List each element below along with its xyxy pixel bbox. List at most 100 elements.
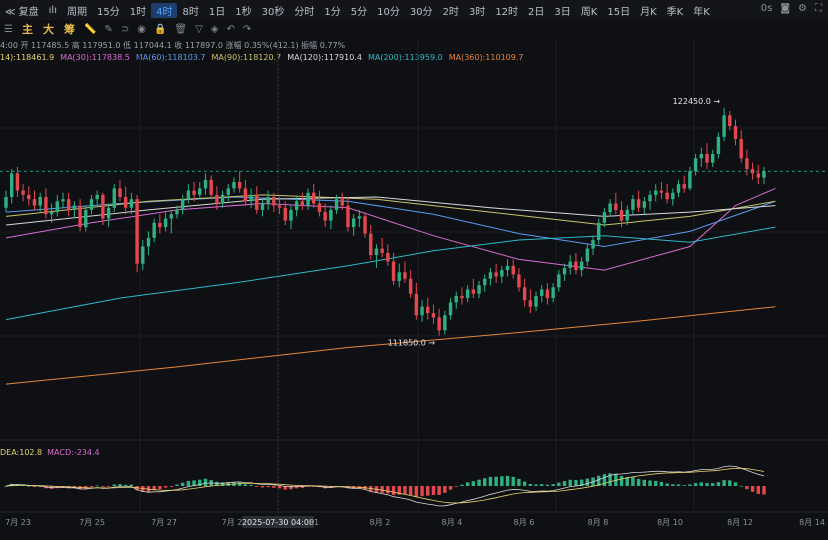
ohlc-readout: 4:00 开 117485.5 高 117951.0 低 117044.1 收 … — [0, 41, 346, 50]
macd-bar — [465, 482, 470, 486]
macd-bar — [146, 486, 151, 492]
settings-icon[interactable]: ⚙ — [798, 3, 807, 14]
undo-icon[interactable]: ↶ — [223, 24, 239, 35]
period-item[interactable]: 季K — [662, 3, 689, 18]
macd-bar — [762, 486, 766, 495]
macd-bar — [374, 486, 379, 493]
ma-legend: 14):118461.9 MA(30):117838.5 MA(60):118103… — [0, 53, 529, 62]
eye-icon[interactable]: ◉ — [133, 24, 150, 35]
list-icon[interactable]: ☰ — [0, 24, 17, 35]
tag-chip[interactable]: 筹 — [59, 21, 80, 37]
macd-bar — [688, 484, 692, 486]
tag-big[interactable]: 大 — [38, 21, 59, 37]
macd-bar — [414, 486, 419, 497]
tag-main[interactable]: 主 — [17, 21, 38, 37]
candlestick-chart[interactable]: 122450.0 →111850.0 →7月 23 7月 25 7月 27 7月 22… — [0, 0, 828, 540]
candle-body — [557, 274, 561, 288]
macd-bar — [733, 482, 738, 486]
camera-icon[interactable]: ◙ — [780, 3, 790, 14]
period-item[interactable]: 10分 — [372, 3, 405, 18]
layers-icon[interactable]: ◈ — [207, 24, 223, 35]
macd-bar — [397, 486, 401, 495]
candle-body — [32, 199, 37, 206]
candle-body — [568, 261, 572, 268]
lock-icon[interactable]: 🔒 — [150, 24, 170, 35]
candle-body — [232, 181, 236, 189]
ma-label: 14):118461.9 — [0, 53, 55, 62]
period-item[interactable]: ≪ 复盘 — [0, 3, 44, 18]
ma-line — [5, 226, 776, 321]
candle-body — [44, 197, 48, 215]
macd-bar — [431, 486, 436, 495]
period-item[interactable]: 3日 — [549, 3, 575, 18]
candle-body — [340, 199, 344, 206]
period-item[interactable]: 年K — [688, 3, 715, 18]
period-item[interactable]: 1时 — [125, 3, 151, 18]
ruler-icon[interactable]: 📏 — [80, 24, 100, 35]
candle-body — [540, 289, 544, 296]
candle-body — [420, 306, 424, 316]
macd-bar — [27, 485, 31, 487]
macd-bar — [659, 481, 664, 486]
macd-bar — [112, 484, 116, 486]
candle-body — [9, 173, 14, 198]
macd-bar — [483, 478, 487, 486]
candle-body — [243, 188, 248, 202]
candle-body — [716, 136, 721, 155]
period-item[interactable]: 30秒 — [257, 3, 290, 18]
period-item[interactable]: 周期 — [62, 3, 92, 18]
candle-body — [78, 205, 82, 228]
period-item[interactable]: 1日 — [204, 3, 230, 18]
period-item[interactable]: 15日 — [602, 3, 635, 18]
macd-bar — [106, 486, 111, 487]
macd-bar — [517, 478, 521, 486]
trash-icon[interactable]: 🗑 — [170, 24, 191, 35]
redo-icon[interactable]: ↷ — [239, 24, 255, 35]
period-item[interactable]: 分时 — [289, 3, 319, 18]
candle-body — [186, 190, 191, 200]
macd-bar — [61, 486, 65, 488]
period-item[interactable]: 1分 — [319, 3, 345, 18]
period-item[interactable]: 2日 — [523, 3, 549, 18]
candle-body — [722, 115, 726, 137]
macd-bar — [243, 484, 248, 486]
candle-body — [631, 199, 635, 210]
period-item[interactable]: 月K — [635, 3, 662, 18]
candle-body — [49, 212, 54, 215]
period-item[interactable]: 5分 — [346, 3, 372, 18]
macd-bar — [49, 486, 54, 489]
macd-legend: DEA:102.8 MACD:-234.4 — [0, 448, 105, 457]
macd-bar — [351, 486, 356, 489]
period-item[interactable]: 15分 — [92, 3, 125, 18]
candle-body — [237, 181, 242, 189]
period-item[interactable]: 周K — [576, 3, 603, 18]
macd-bar — [158, 486, 162, 490]
candle-body — [215, 194, 219, 204]
filter-icon[interactable]: ▽ — [191, 24, 207, 35]
period-item[interactable]: ılı — [44, 5, 62, 16]
candle-body — [591, 240, 595, 249]
ma-line — [5, 196, 776, 226]
candle-body — [27, 194, 31, 200]
candle-body — [654, 190, 658, 195]
macd-bar — [334, 486, 339, 487]
period-item[interactable]: 3时 — [464, 3, 490, 18]
pen-icon[interactable]: ✎ — [100, 24, 116, 35]
ma-label: MA(200):113959.0 — [367, 53, 443, 62]
period-item[interactable]: 1秒 — [230, 3, 256, 18]
candle-body — [465, 289, 470, 299]
period-item[interactable]: 8时 — [177, 3, 203, 18]
period-item[interactable]: 30分 — [405, 3, 438, 18]
x-tick-label: 8月 4 — [442, 518, 463, 527]
magnet-icon[interactable]: ⊃ — [117, 24, 133, 35]
fullscreen-icon[interactable]: ⛶ — [815, 3, 822, 14]
macd-bar — [579, 479, 584, 486]
candle-body — [745, 158, 749, 170]
period-item[interactable]: 2时 — [438, 3, 464, 18]
period-item[interactable]: 4时 — [151, 2, 178, 18]
candle-body — [397, 272, 401, 281]
macd-bar — [608, 473, 612, 486]
candle-body — [693, 158, 698, 172]
candle-body — [659, 190, 664, 193]
period-item[interactable]: 12时 — [490, 3, 523, 18]
